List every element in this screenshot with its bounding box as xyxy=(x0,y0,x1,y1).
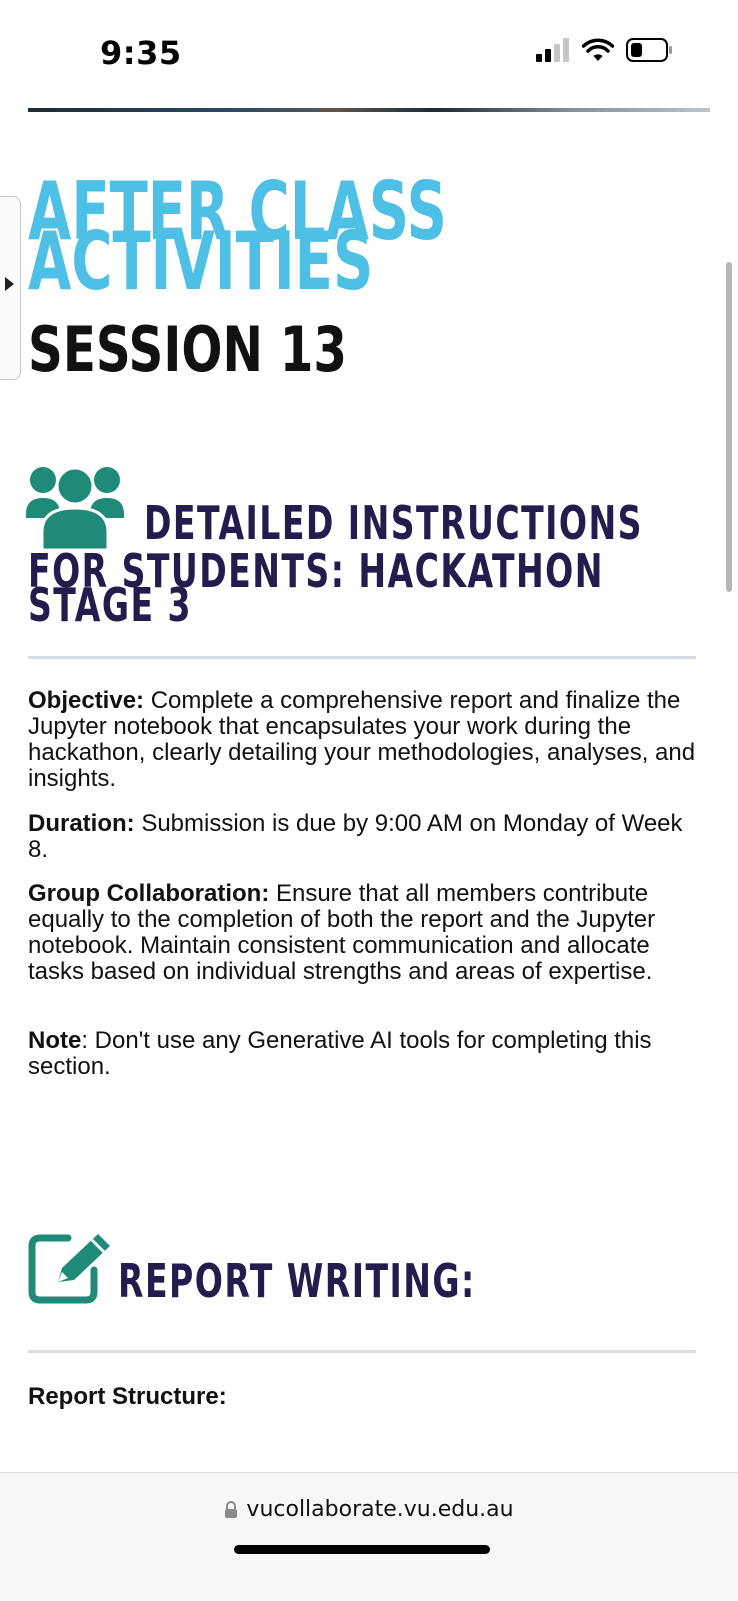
page-title-line-2: ACTIVITIES xyxy=(28,215,374,308)
battery-icon xyxy=(626,38,672,62)
duration-label: Duration: xyxy=(28,810,135,837)
section-divider xyxy=(28,656,696,659)
lock-icon xyxy=(225,1500,238,1518)
header-banner-image xyxy=(28,108,710,112)
url-text: vucollaborate.vu.edu.au xyxy=(246,1497,514,1522)
cellular-signal-icon xyxy=(536,38,569,62)
chevron-right-icon xyxy=(5,277,14,291)
instructions-heading-line-1: DETAILED INSTRUCTIONS xyxy=(144,496,643,550)
objective-paragraph: Objective: Complete a comprehensive repo… xyxy=(28,688,708,792)
report-writing-heading: REPORT WRITING: xyxy=(118,1254,476,1308)
duration-paragraph: Duration: Submission is due by 9:00 AM o… xyxy=(28,811,708,863)
status-time: 9:35 xyxy=(100,34,182,72)
wifi-icon xyxy=(582,38,614,61)
session-heading: SESSION 13 xyxy=(28,313,348,386)
section-divider xyxy=(28,1350,696,1353)
url-field[interactable]: vucollaborate.vu.edu.au xyxy=(0,1497,738,1522)
group-collaboration-label: Group Collaboration: xyxy=(28,880,270,907)
note-text: : Don't use any Generative AI tools for … xyxy=(28,1027,652,1080)
sidebar-toggle-tab[interactable] xyxy=(0,196,21,380)
status-icons xyxy=(536,38,674,62)
scrollbar-thumb[interactable] xyxy=(726,262,732,592)
status-bar: 9:35 xyxy=(0,0,738,100)
report-structure-subheading: Report Structure: xyxy=(28,1383,227,1410)
group-collaboration-paragraph: Group Collaboration: Ensure that all mem… xyxy=(28,881,708,985)
group-users-icon xyxy=(26,466,124,550)
instructions-heading-line-3: STAGE 3 xyxy=(28,578,192,632)
note-label: Note xyxy=(28,1027,82,1054)
browser-address-bar: vucollaborate.vu.edu.au xyxy=(0,1472,738,1601)
note-paragraph: Note: Don't use any Generative AI tools … xyxy=(28,1028,708,1080)
edit-pencil-icon xyxy=(28,1234,110,1304)
home-indicator[interactable] xyxy=(234,1545,490,1554)
objective-label: Objective: xyxy=(28,687,145,714)
